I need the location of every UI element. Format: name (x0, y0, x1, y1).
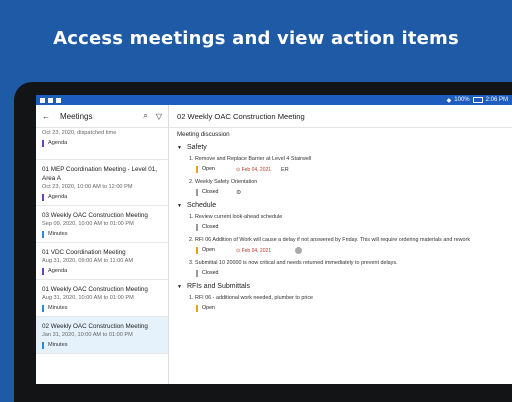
item-meta: Closed ⚙ (196, 189, 504, 196)
section-safety-header[interactable]: ▼ Safety (177, 144, 504, 151)
action-item[interactable]: 2. RFI 06 Addition of Work will cause a … (189, 236, 504, 254)
meetings-title: Meetings (60, 111, 93, 121)
meeting-detail-body: Meeting discussion ▼ Safety 1. Remove an… (169, 128, 512, 312)
item-text: 1. Review current look-ahead schedule (189, 214, 283, 220)
action-item[interactable]: 2. Weekly Safety Orientation Closed ⚙ (189, 178, 504, 196)
item-meta: Open ⊙ Feb 04, 2021 (196, 247, 504, 254)
meeting-tag: Minutes (42, 231, 162, 238)
list-item[interactable]: Oct 23, 2020, dispatched time Agenda (36, 128, 168, 160)
status-badge: Open (196, 305, 232, 312)
meeting-date: Aug 31, 2020, 09:00 AM to 11:00 AM (42, 258, 134, 264)
meeting-date: Jan 31, 2020, 10:00 AM to 01:00 PM (42, 332, 133, 338)
meeting-date: Sep 09, 2020, 10:00 AM to 01:00 PM (42, 221, 134, 227)
caret-down-icon: ▼ (177, 202, 182, 209)
filter-icon[interactable]: ▽ (156, 112, 162, 121)
action-item[interactable]: 3. Submittal 10 20000 is now critical an… (189, 259, 504, 277)
meeting-title: 01 VDC Coordination Meeting (42, 249, 126, 256)
status-badge: Closed (196, 224, 232, 231)
caret-down-icon: ▼ (177, 144, 182, 151)
item-text: 1. Remove and Replace Barrier at Level 4… (189, 156, 312, 162)
clock: 2:06 PM (485, 97, 508, 103)
notification-icon (48, 97, 53, 103)
status-bar: ◆ 100% 2:06 PM (36, 95, 512, 105)
notification-icon (56, 97, 61, 103)
status-badge: Open (196, 166, 232, 173)
status-badge: Open (196, 247, 232, 254)
app-body: ← Meetings ⌕ ▽ Oct 23, 2020, dispatched … (36, 105, 512, 384)
list-item-selected[interactable]: 02 Weekly OAC Construction Meeting Jan 3… (36, 317, 168, 354)
due-date: ⊙ Feb 04, 2021 (236, 166, 272, 173)
search-icon[interactable]: ⌕ (143, 111, 147, 121)
meeting-title: 02 Weekly OAC Construction Meeting (42, 323, 148, 330)
meeting-tag: Minutes (42, 305, 162, 312)
battery-level: 100% (454, 97, 470, 103)
item-text: 1. RFI 06 - additional work needed, plum… (189, 295, 314, 301)
meeting-date: Oct 23, 2020, 10:00 AM to 12:00 PM (42, 184, 133, 190)
meeting-date: Aug 31, 2020, 10:00 AM to 01:00 PM (42, 295, 134, 301)
meeting-tag: Minutes (42, 342, 162, 349)
item-meta: Open ⊙ Feb 04, 2021 ER (196, 166, 504, 173)
meetings-list-pane: ← Meetings ⌕ ▽ Oct 23, 2020, dispatched … (36, 105, 169, 384)
meeting-tag: Agenda (42, 194, 162, 201)
item-meta: Closed (196, 270, 504, 277)
list-item[interactable]: 03 Weekly OAC Construction Meeting Sep 0… (36, 206, 168, 243)
meeting-title: 01 Weekly OAC Construction Meeting (42, 286, 148, 293)
section-title: Safety (186, 144, 207, 151)
meeting-date: Oct 23, 2020, dispatched time (42, 130, 117, 136)
meeting-detail-header: 02 Weekly OAC Construction Meeting (169, 105, 512, 128)
meetings-header: ← Meetings ⌕ ▽ (36, 105, 168, 128)
battery-icon (472, 97, 483, 103)
action-item[interactable]: 1. Review current look-ahead schedule Cl… (189, 213, 504, 231)
item-meta: Closed (196, 224, 504, 231)
tablet-frame: ◆ 100% 2:06 PM ← Meetings ⌕ ▽ Oct 23, 20… (14, 82, 512, 402)
marketing-headline: Access meetings and view action items (53, 28, 459, 49)
list-item[interactable]: 01 MEP Coordination Meeting - Level 01, … (36, 160, 168, 206)
subheading: Meeting discussion (177, 131, 230, 138)
meeting-title: 01 MEP Coordination Meeting - Level 01, … (42, 166, 158, 182)
meeting-detail-title: 02 Weekly OAC Construction Meeting (177, 111, 305, 121)
due-date: ⊙ Feb 04, 2021 (236, 247, 272, 254)
list-item[interactable]: 01 Weekly OAC Construction Meeting Aug 3… (36, 280, 168, 317)
meeting-detail-pane: 02 Weekly OAC Construction Meeting Meeti… (169, 105, 512, 384)
section-schedule-header[interactable]: ▼ Schedule (177, 202, 504, 209)
list-item[interactable]: 01 VDC Coordination Meeting Aug 31, 2020… (36, 243, 168, 280)
meeting-tag: Agenda (42, 268, 162, 275)
caret-down-icon: ▼ (177, 283, 182, 290)
status-badge: Closed (196, 270, 232, 277)
section-title: RFIs and Submittals (186, 283, 250, 290)
status-badge: Closed (196, 189, 232, 196)
meeting-tag: Agenda (42, 140, 162, 147)
gear-icon: ⚙ (236, 190, 242, 196)
item-meta: Open (196, 305, 504, 312)
action-item[interactable]: 1. Remove and Replace Barrier at Level 4… (189, 155, 504, 173)
item-text: 3. Submittal 10 20000 is now critical an… (189, 260, 398, 266)
section-title: Schedule (186, 202, 217, 209)
back-arrow-icon[interactable]: ← (42, 112, 50, 121)
avatar (295, 247, 303, 254)
meeting-title: 03 Weekly OAC Construction Meeting (42, 212, 148, 219)
wifi-icon: ◆ (446, 97, 452, 104)
item-text: 2. Weekly Safety Orientation (189, 179, 258, 185)
tablet-screen: ◆ 100% 2:06 PM ← Meetings ⌕ ▽ Oct 23, 20… (36, 95, 512, 384)
notification-icon (40, 97, 45, 103)
action-item[interactable]: 1. RFI 06 - additional work needed, plum… (189, 294, 504, 312)
item-text: 2. RFI 06 Addition of Work will cause a … (189, 237, 471, 243)
section-rfis-header[interactable]: ▼ RFIs and Submittals (177, 283, 504, 290)
assignee-initials: ER (281, 166, 289, 173)
